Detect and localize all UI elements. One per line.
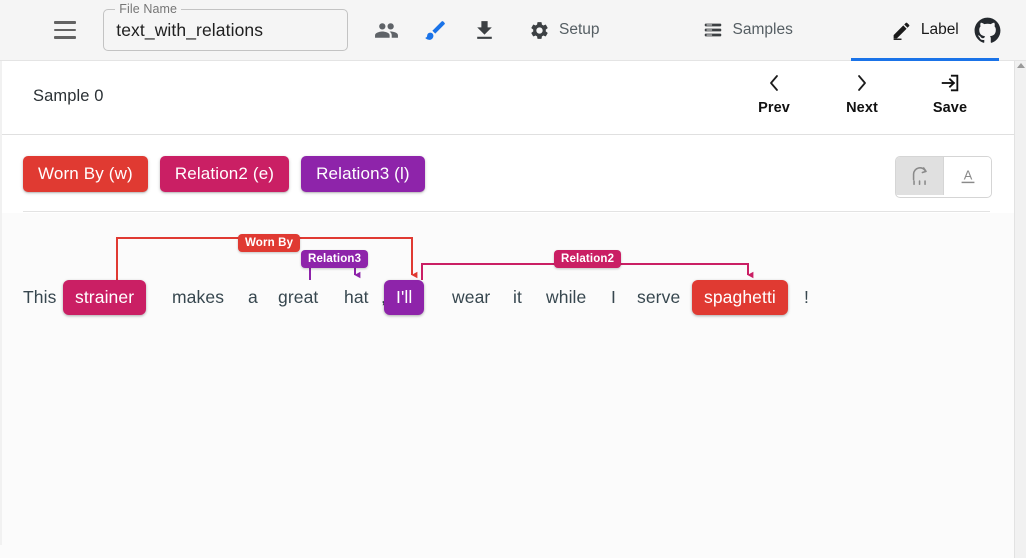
view-toggle-group: A bbox=[895, 156, 992, 198]
chevron-left-icon bbox=[767, 71, 781, 95]
text-mode-toggle[interactable]: A bbox=[943, 157, 991, 195]
sample-nav-buttons: Prev Next Save bbox=[730, 61, 994, 135]
save-button-label: Save bbox=[933, 100, 967, 116]
annotation-canvas[interactable]: Thisstrainermakesagreathat,I'llwearitwhi… bbox=[0, 213, 1014, 545]
app-root: File Name text_with_relations Setup bbox=[0, 0, 1026, 558]
relation-mode-toggle[interactable] bbox=[896, 157, 943, 195]
text-token[interactable]: makes bbox=[172, 280, 224, 315]
relation-arc-icon bbox=[909, 165, 931, 187]
relation-label[interactable]: Relation2 bbox=[554, 250, 621, 268]
relation-button-3[interactable]: Relation3 (l) bbox=[301, 156, 425, 192]
section-divider bbox=[23, 211, 990, 212]
text-token[interactable]: while bbox=[546, 280, 586, 315]
text-token[interactable]: This bbox=[23, 280, 56, 315]
tab-setup-label: Setup bbox=[559, 21, 600, 39]
sample-bar: Sample 0 Prev Next bbox=[0, 61, 1014, 135]
text-token[interactable]: hat bbox=[344, 280, 369, 315]
save-arrow-icon bbox=[939, 71, 961, 95]
top-toolbar: File Name text_with_relations Setup bbox=[0, 0, 1026, 61]
file-name-field[interactable]: File Name text_with_relations bbox=[103, 9, 348, 51]
annotated-sentence: Thisstrainermakesagreathat,I'llwearitwhi… bbox=[0, 280, 1014, 326]
bottom-edge-strip bbox=[0, 545, 1014, 558]
prev-button[interactable]: Prev bbox=[730, 61, 818, 116]
text-token[interactable]: great bbox=[278, 280, 318, 315]
brush-icon[interactable] bbox=[415, 9, 456, 51]
tab-samples[interactable]: Samples bbox=[690, 0, 805, 61]
entity-token[interactable]: strainer bbox=[63, 280, 146, 315]
relation-label[interactable]: Worn By bbox=[238, 234, 300, 252]
hamburger-menu-icon[interactable] bbox=[48, 13, 81, 47]
text-token[interactable]: serve bbox=[637, 280, 680, 315]
next-button-label: Next bbox=[846, 100, 878, 116]
list-icon bbox=[702, 19, 724, 41]
text-token[interactable]: it bbox=[513, 280, 522, 315]
relation-button-group: Worn By (w) Relation2 (e) Relation3 (l) bbox=[23, 156, 425, 192]
tab-label-label: Label bbox=[921, 21, 959, 39]
file-name-input[interactable]: text_with_relations bbox=[104, 20, 263, 41]
save-button[interactable]: Save bbox=[906, 61, 994, 116]
entity-token[interactable]: spaghetti bbox=[692, 280, 788, 315]
entity-token[interactable]: I'll bbox=[384, 280, 424, 315]
chevron-right-icon bbox=[855, 71, 869, 95]
relation-label[interactable]: Relation3 bbox=[301, 250, 368, 268]
gear-icon bbox=[529, 20, 550, 41]
left-edge-strip bbox=[0, 61, 2, 558]
github-icon[interactable] bbox=[971, 13, 1004, 47]
pencil-icon bbox=[891, 20, 912, 41]
file-name-label: File Name bbox=[115, 2, 181, 16]
scroll-up-arrow-icon[interactable] bbox=[1017, 63, 1025, 68]
download-icon[interactable] bbox=[464, 9, 505, 51]
people-icon[interactable] bbox=[366, 9, 407, 51]
page-title: Sample 0 bbox=[33, 87, 104, 106]
text-token[interactable]: ! bbox=[804, 280, 809, 315]
relation-button-2[interactable]: Relation2 (e) bbox=[160, 156, 289, 192]
text-token[interactable]: wear bbox=[452, 280, 490, 315]
prev-button-label: Prev bbox=[758, 100, 790, 116]
svg-text:A: A bbox=[963, 168, 972, 183]
tab-samples-label: Samples bbox=[733, 21, 793, 39]
tab-label[interactable]: Label bbox=[879, 0, 971, 61]
next-button[interactable]: Next bbox=[818, 61, 906, 116]
text-token[interactable]: I bbox=[611, 280, 616, 315]
underlined-a-icon: A bbox=[957, 165, 979, 187]
relation-button-1[interactable]: Worn By (w) bbox=[23, 156, 148, 192]
vertical-scrollbar[interactable] bbox=[1014, 61, 1026, 558]
tab-setup[interactable]: Setup bbox=[517, 0, 612, 61]
text-token[interactable]: a bbox=[248, 280, 258, 315]
relation-toolbar: Worn By (w) Relation2 (e) Relation3 (l) A bbox=[0, 135, 1014, 213]
